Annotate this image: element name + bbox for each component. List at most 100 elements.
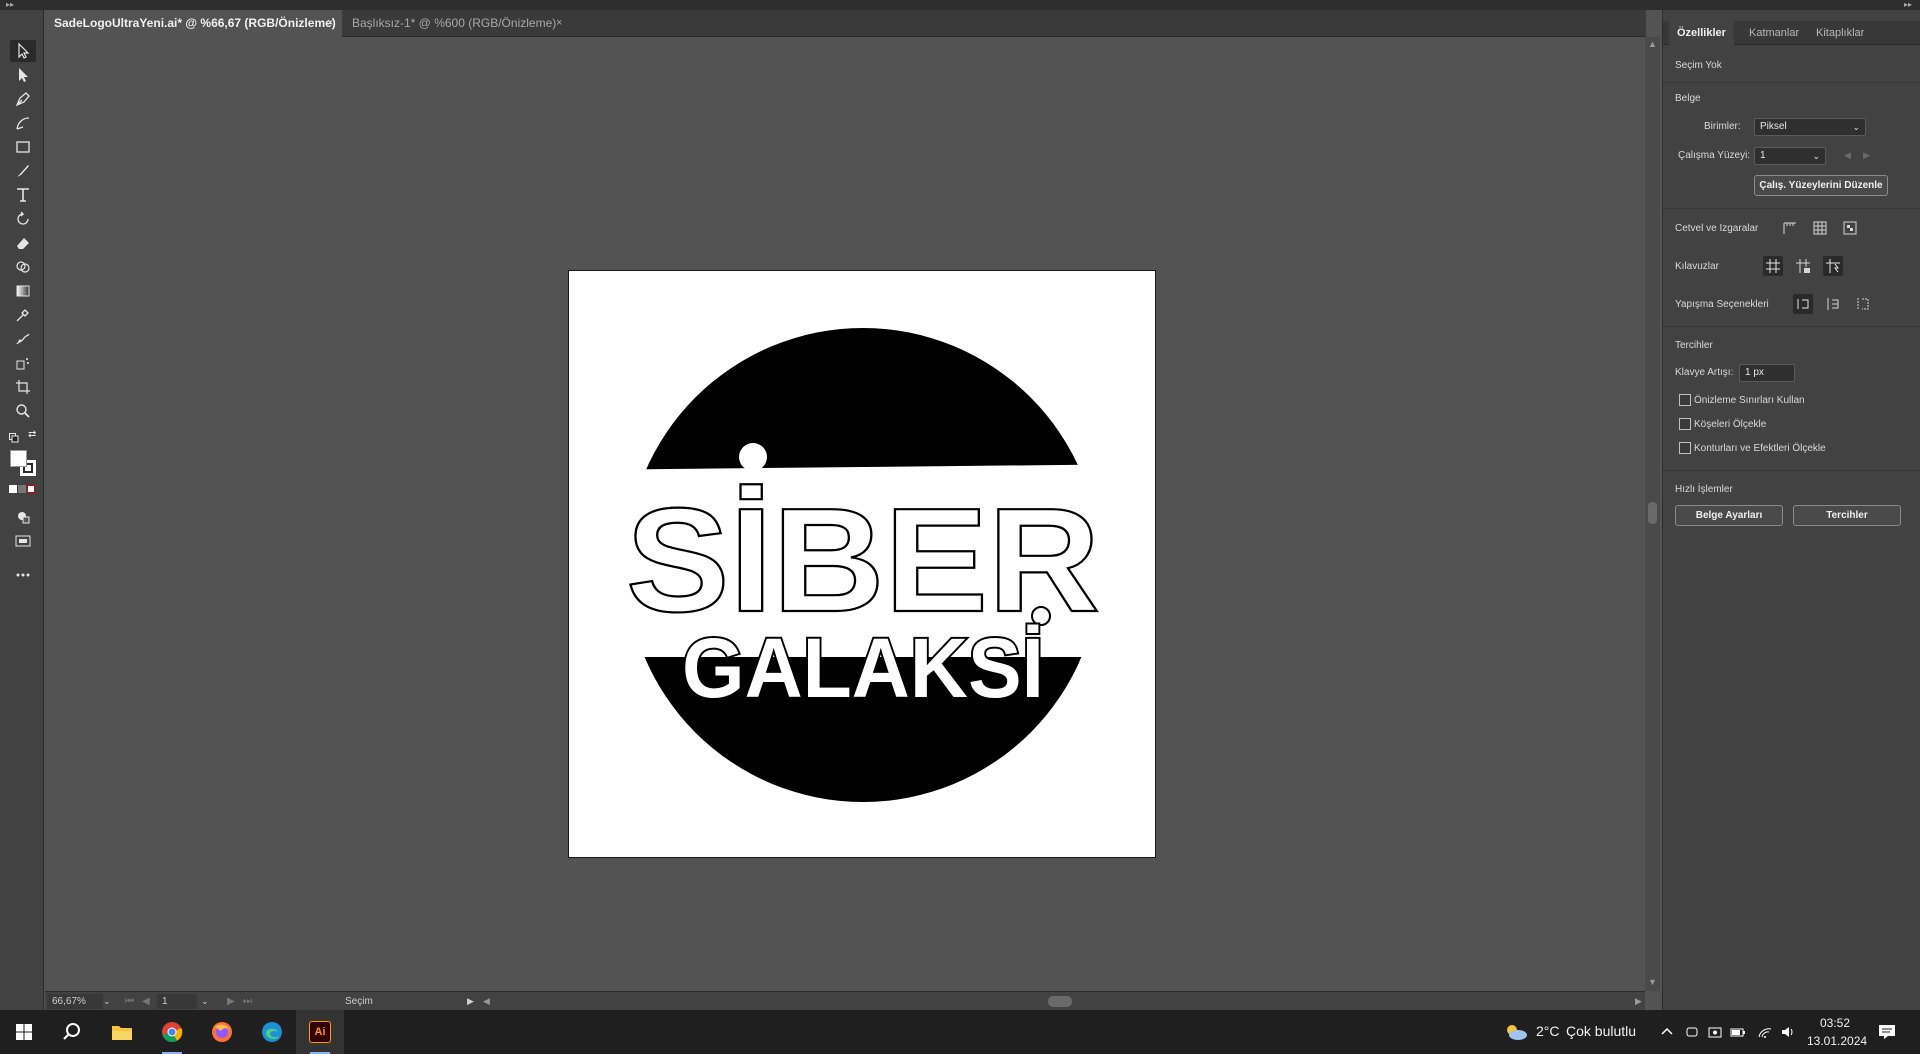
symbol-sprayer-tool-icon[interactable] — [10, 352, 36, 374]
artboard-select[interactable]: 1 ⌄ — [1754, 147, 1826, 165]
color-mode-icons[interactable] — [9, 485, 37, 495]
preferences-section-title: Tercihler — [1675, 340, 1713, 351]
curvature-tool-icon[interactable] — [10, 112, 36, 134]
previous-artboard-icon[interactable]: ◀ — [142, 992, 150, 1011]
status-mode[interactable]: Seçim — [345, 992, 373, 1011]
transparency-grid-icon[interactable] — [1840, 218, 1860, 238]
windows-start-icon[interactable] — [0, 1010, 48, 1054]
volume-icon[interactable] — [1778, 1022, 1798, 1042]
chevron-down-icon[interactable]: ⌄ — [201, 992, 209, 1011]
artboard-number: 1 — [162, 996, 168, 1007]
lock-guides-icon[interactable] — [1793, 256, 1813, 276]
firefox-icon[interactable] — [198, 1010, 246, 1054]
artboard-tool-icon[interactable] — [10, 376, 36, 398]
pen-tool-icon[interactable] — [10, 88, 36, 110]
eyedropper-tool-icon[interactable] — [10, 304, 36, 326]
artboard[interactable]: SİBER GALAKSİ — [568, 270, 1156, 858]
zoom-tool-icon[interactable] — [10, 400, 36, 422]
collapse-panel-icon[interactable]: ▸▸ — [1904, 0, 1912, 10]
next-artboard-icon[interactable]: ▶ — [227, 992, 235, 1011]
puppet-warp-tool-icon[interactable] — [10, 328, 36, 350]
document-setup-button[interactable]: Belge Ayarları — [1675, 505, 1783, 526]
tab-ozellikler[interactable]: Özellikler — [1669, 21, 1734, 45]
gradient-tool-icon[interactable] — [10, 280, 36, 302]
swap-colors-icon[interactable]: ⇄ — [28, 430, 40, 440]
show-guides-icon[interactable] — [1763, 256, 1783, 276]
ruler-icon[interactable] — [1780, 218, 1800, 238]
vertical-scroll-thumb[interactable] — [1648, 502, 1657, 524]
artboard-number-field[interactable]: 1 — [157, 994, 197, 1009]
collapse-toolbar-icon[interactable]: ▸▸ — [6, 0, 14, 10]
more-tools-icon[interactable] — [10, 564, 36, 586]
close-icon[interactable]: × — [327, 10, 333, 37]
previous-artboard-icon[interactable]: ◀ — [1844, 150, 1851, 161]
battery-icon[interactable] — [1728, 1022, 1748, 1042]
preview-bounds-checkbox[interactable] — [1679, 394, 1691, 406]
draw-mode-icon[interactable] — [10, 506, 36, 528]
snap-to-glyph-icon[interactable] — [1853, 294, 1873, 314]
paintbrush-tool-icon[interactable] — [10, 160, 36, 182]
units-select[interactable]: Piksel ⌄ — [1754, 118, 1866, 136]
vertical-scrollbar[interactable]: ▲ ▼ — [1645, 37, 1660, 991]
fill-stroke-swatch[interactable] — [10, 450, 38, 476]
canvas[interactable]: SİBER GALAKSİ — [45, 37, 1645, 991]
clock-date[interactable]: 13.01.2024 — [1807, 1034, 1867, 1048]
properties-panel: Özellikler Katmanlar Kitaplıklar Seçim Y… — [1662, 10, 1920, 1010]
document-tab-bar: SadeLogoUltraYeni.ai* @ %66,67 (RGB/Öniz… — [44, 10, 1646, 37]
close-icon[interactable]: × — [556, 10, 562, 37]
illustrator-icon[interactable]: Ai — [296, 1010, 344, 1054]
type-tool-icon[interactable] — [10, 184, 36, 206]
rotate-tool-icon[interactable] — [10, 208, 36, 230]
eraser-tool-icon[interactable] — [10, 232, 36, 254]
fill-swatch[interactable] — [10, 450, 27, 467]
camera-icon[interactable] — [1705, 1022, 1725, 1042]
scroll-up-icon[interactable]: ▲ — [1648, 39, 1657, 49]
direct-selection-tool-icon[interactable] — [10, 64, 36, 86]
default-colors-icon[interactable] — [9, 430, 19, 443]
tab-sadelogo[interactable]: SadeLogoUltraYeni.ai* @ %66,67 (RGB/Öniz… — [44, 10, 342, 37]
tab-kitapliklar[interactable]: Kitaplıklar — [1808, 21, 1872, 45]
preferences-button[interactable]: Tercihler — [1793, 505, 1901, 526]
scroll-down-icon[interactable]: ▼ — [1648, 977, 1657, 987]
clock-time[interactable]: 03:52 — [1820, 1016, 1850, 1030]
quick-actions-title: Hızlı İşlemler — [1675, 484, 1733, 495]
next-artboard-icon[interactable]: ▶ — [1863, 150, 1870, 161]
scroll-left-icon[interactable]: ◀ — [483, 992, 490, 1011]
temperature[interactable]: 2°C — [1536, 1023, 1560, 1039]
chrome-icon[interactable] — [148, 1010, 196, 1054]
screen-mode-icon[interactable] — [10, 530, 36, 552]
scroll-right-icon[interactable]: ▶ — [1635, 992, 1642, 1011]
snap-to-pixel-icon[interactable] — [1823, 294, 1843, 314]
chevron-down-icon[interactable]: ⌄ — [103, 992, 111, 1011]
panel-tabs: Özellikler Katmanlar Kitaplıklar — [1663, 21, 1920, 45]
shape-builder-tool-icon[interactable] — [10, 256, 36, 278]
selection-tool-icon[interactable] — [10, 40, 36, 62]
chevron-down-icon: ⌄ — [1812, 151, 1820, 161]
edge-icon[interactable] — [248, 1010, 296, 1054]
chevron-up-icon[interactable] — [1657, 1022, 1677, 1042]
scale-corners-checkbox[interactable] — [1679, 418, 1691, 430]
search-icon[interactable] — [48, 1010, 96, 1054]
weather-cloud-icon[interactable] — [1503, 1022, 1529, 1042]
edit-artboards-button[interactable]: Çalış. Yüzeylerini Düzenle — [1754, 175, 1888, 196]
snap-to-point-icon[interactable] — [1793, 294, 1813, 314]
weather-text[interactable]: Çok bulutlu — [1566, 1023, 1636, 1039]
last-artboard-icon[interactable]: ⏭ — [243, 992, 252, 1011]
scale-strokes-effects-checkbox[interactable] — [1679, 442, 1691, 454]
artboard-label: Çalışma Yüzeyi: — [1678, 150, 1751, 161]
zoom-field[interactable]: 66,67% — [47, 994, 103, 1009]
tab-basliksiz[interactable]: Başlıksız-1* @ %600 (RGB/Önizleme) — [342, 10, 612, 37]
meet-now-icon[interactable] — [1682, 1022, 1702, 1042]
status-menu-icon[interactable]: ▶ — [467, 992, 474, 1011]
rectangle-tool-icon[interactable] — [10, 136, 36, 158]
notifications-icon[interactable] — [1877, 1022, 1897, 1042]
keyboard-increment-input[interactable]: 1 px — [1739, 364, 1795, 382]
smart-guides-icon[interactable] — [1823, 256, 1843, 276]
first-artboard-icon[interactable]: ⏮ — [125, 992, 134, 1011]
file-explorer-icon[interactable] — [98, 1010, 146, 1054]
grid-icon[interactable] — [1810, 218, 1830, 238]
tab-katmanlar[interactable]: Katmanlar — [1741, 21, 1807, 45]
wifi-icon[interactable] — [1755, 1022, 1775, 1042]
horizontal-scroll-thumb[interactable] — [1048, 996, 1072, 1007]
tools-panel: ⇄ — [0, 10, 44, 1010]
